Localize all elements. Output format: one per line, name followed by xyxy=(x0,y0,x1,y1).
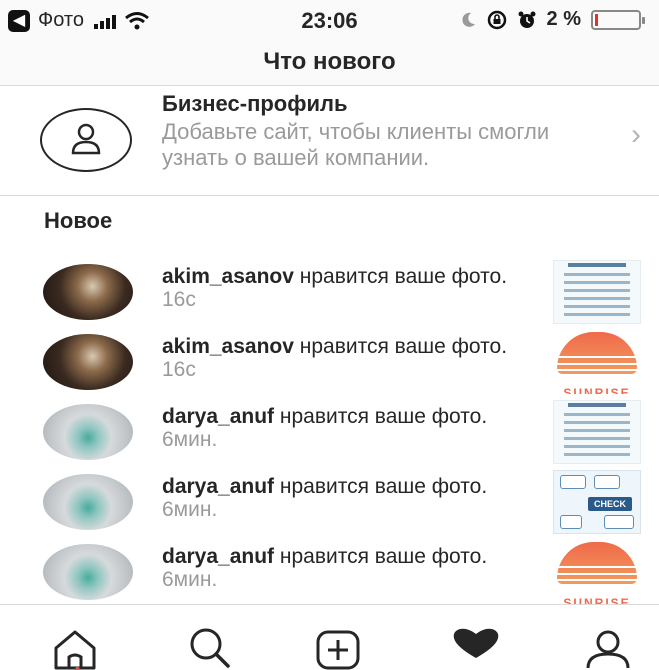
profile-icon[interactable] xyxy=(580,628,640,670)
notification-username[interactable]: akim_asanov xyxy=(162,265,294,288)
add-post-icon[interactable] xyxy=(312,628,372,670)
tab-bar xyxy=(0,628,659,670)
notification-time: 16с xyxy=(162,288,196,311)
status-bar: ◀ Фото 23:06 2 % xyxy=(0,0,659,42)
battery-icon xyxy=(591,9,645,30)
notification-username[interactable]: akim_asanov xyxy=(162,335,294,358)
notification-text: darya_anuf нравится ваше фото. 6мин. xyxy=(162,545,532,591)
notification-item[interactable]: akim_asanov нравится ваше фото. 16с SUNR… xyxy=(0,328,659,398)
notification-text: darya_anuf нравится ваше фото. 6мин. xyxy=(162,405,532,451)
notification-time: 16с xyxy=(162,358,196,381)
post-thumbnail[interactable]: SUNRISE xyxy=(553,330,641,394)
thumbnail-check-label: CHECK xyxy=(588,497,632,511)
notification-item[interactable]: darya_anuf нравится ваше фото. 6мин. CHE… xyxy=(0,468,659,538)
avatar[interactable] xyxy=(43,404,133,460)
notification-username[interactable]: darya_anuf xyxy=(162,405,274,428)
post-thumbnail[interactable]: CHECK xyxy=(553,470,641,534)
heart-icon[interactable] xyxy=(448,628,508,670)
home-icon[interactable] xyxy=(46,628,106,670)
notification-username[interactable]: darya_anuf xyxy=(162,545,274,568)
notification-action: нравится ваше фото. xyxy=(274,545,488,568)
battery-percent: 2 % xyxy=(546,8,581,30)
moon-icon xyxy=(461,12,475,27)
tab-bar-divider xyxy=(0,604,659,605)
page-header: Что нового xyxy=(0,42,659,86)
thumbnail-caption: SUNRISE xyxy=(563,386,631,394)
alarm-icon xyxy=(518,11,536,28)
section-title-new: Новое xyxy=(44,208,113,233)
rotation-lock-icon xyxy=(487,10,506,29)
avatar[interactable] xyxy=(43,264,133,320)
notification-item[interactable]: darya_anuf нравится ваше фото. 6мин. xyxy=(0,398,659,468)
battery-level xyxy=(595,13,598,26)
business-profile-banner[interactable]: Бизнес-профиль Добавьте сайт, чтобы клие… xyxy=(0,86,659,196)
notification-action: нравится ваше фото. xyxy=(274,405,488,428)
notification-item[interactable]: akim_asanov нравится ваше фото. 16с xyxy=(0,258,659,328)
avatar[interactable] xyxy=(43,334,133,390)
business-profile-title: Бизнес-профиль xyxy=(162,91,348,116)
notification-text: akim_asanov нравится ваше фото. 16с xyxy=(162,265,532,311)
notification-time: 6мин. xyxy=(162,568,218,591)
user-outline-icon xyxy=(40,108,132,172)
notification-item[interactable]: darya_anuf нравится ваше фото. 6мин. SUN… xyxy=(0,538,659,608)
post-thumbnail[interactable] xyxy=(553,400,641,464)
page-title: Что нового xyxy=(263,48,396,75)
avatar[interactable] xyxy=(43,544,133,600)
notification-time: 6мин. xyxy=(162,498,218,521)
notification-action: нравится ваше фото. xyxy=(293,335,508,358)
chevron-right-icon: › xyxy=(631,118,641,151)
notification-time: 6мин. xyxy=(162,428,218,451)
avatar[interactable] xyxy=(43,474,133,530)
notification-action: нравится ваше фото. xyxy=(293,265,508,288)
post-thumbnail[interactable] xyxy=(553,260,641,324)
notification-action: нравится ваше фото. xyxy=(274,475,488,498)
notification-text: darya_anuf нравится ваше фото. 6мин. xyxy=(162,475,532,521)
notification-text: akim_asanov нравится ваше фото. 16с xyxy=(162,335,532,381)
notification-username[interactable]: darya_anuf xyxy=(162,475,274,498)
business-profile-subtitle: Добавьте сайт, чтобы клиенты смогли узна… xyxy=(162,119,550,170)
post-thumbnail[interactable]: SUNRISE xyxy=(553,540,641,604)
status-right: 2 % xyxy=(459,8,645,31)
thumbnail-caption: SUNRISE xyxy=(563,596,631,604)
search-icon[interactable] xyxy=(180,628,240,670)
